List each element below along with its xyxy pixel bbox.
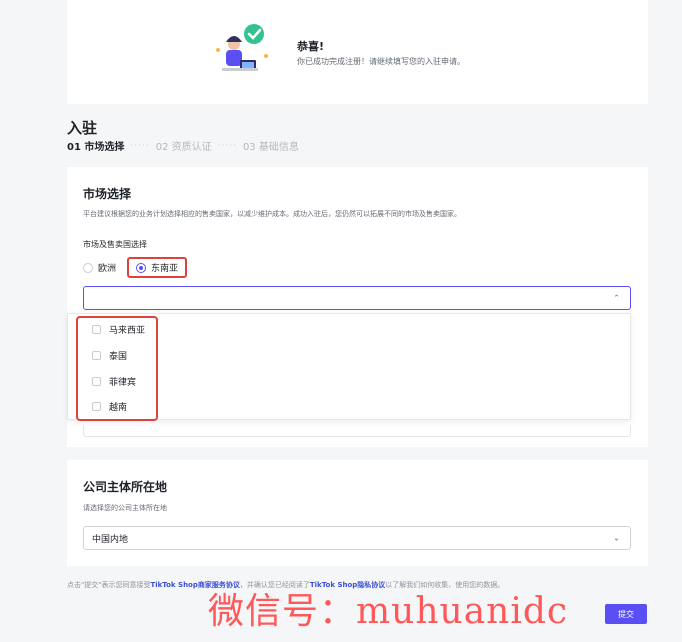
company-description: 请选择您的公司主体所在地 xyxy=(83,504,167,512)
radio-checked-icon xyxy=(136,262,147,273)
submit-button[interactable]: 提交 xyxy=(605,604,647,624)
step-basic-info: 03 基础信息 xyxy=(242,142,299,153)
option-label: 泰国 xyxy=(109,352,128,362)
country-dropdown: 马来西亚 泰国 菲律宾 越南 xyxy=(67,313,631,421)
market-radio-group: 欧洲 东南亚 xyxy=(83,257,188,278)
option-philippines[interactable]: 菲律宾 xyxy=(92,375,136,388)
step-qualification: 02 资质认证 xyxy=(155,142,212,153)
page-title: 入驻 xyxy=(67,119,98,137)
company-location-select[interactable]: 中国内地 ⌄ xyxy=(83,526,631,550)
option-label: 菲律宾 xyxy=(109,378,137,388)
option-malaysia[interactable]: 马来西亚 xyxy=(92,323,145,336)
checkbox-icon xyxy=(92,402,101,411)
checkbox-icon xyxy=(92,325,101,334)
company-title: 公司主体所在地 xyxy=(83,480,168,494)
option-thailand[interactable]: 泰国 xyxy=(92,349,127,362)
hidden-field-outline xyxy=(83,425,631,437)
company-section: 公司主体所在地 请选择您的公司主体所在地 中国内地 ⌄ xyxy=(67,460,648,566)
market-title: 市场选择 xyxy=(83,187,132,201)
radio-europe[interactable]: 欧洲 xyxy=(83,261,116,274)
step-indicator: 01 市场选择 ····· 02 资质认证 ····· 03 基础信息 xyxy=(67,138,299,154)
congrats-title: 恭喜! xyxy=(297,40,325,53)
chevron-up-icon: ⌃ xyxy=(613,293,620,303)
checkbox-icon xyxy=(92,377,101,386)
company-location-value: 中国内地 xyxy=(92,534,129,545)
chevron-down-icon: ⌄ xyxy=(613,533,620,543)
step-separator: ····· xyxy=(130,140,150,151)
checkbox-icon xyxy=(92,351,101,360)
radio-label: 东南亚 xyxy=(151,264,179,274)
agreement-prefix: 点击"提交"表示您同意接受 xyxy=(67,581,151,589)
option-label: 马来西亚 xyxy=(109,326,146,336)
country-select[interactable]: ⌃ xyxy=(83,286,631,310)
market-description: 平台建议根据您的业务计划选择相应的售卖国家，以减少维护成本。成功入驻后，您仍然可… xyxy=(83,210,461,218)
congrats-subtitle: 你已成功完成注册！请继续填写您的入驻申请。 xyxy=(297,57,465,66)
option-vietnam[interactable]: 越南 xyxy=(92,400,127,413)
radio-circle-icon xyxy=(83,262,93,273)
step-market: 01 市场选择 xyxy=(67,142,125,153)
congrats-illustration-icon xyxy=(216,24,268,71)
radio-label: 欧洲 xyxy=(98,264,117,274)
option-label: 越南 xyxy=(109,403,128,413)
watermark-text: 微信号：muhuanidc xyxy=(208,591,569,632)
market-field-label: 市场及售卖国选择 xyxy=(83,240,147,249)
step-separator: ····· xyxy=(217,140,237,151)
radio-southeast-asia[interactable]: 东南亚 xyxy=(127,257,188,278)
welcome-banner: 恭喜! 你已成功完成注册！请继续填写您的入驻申请。 xyxy=(67,0,648,104)
